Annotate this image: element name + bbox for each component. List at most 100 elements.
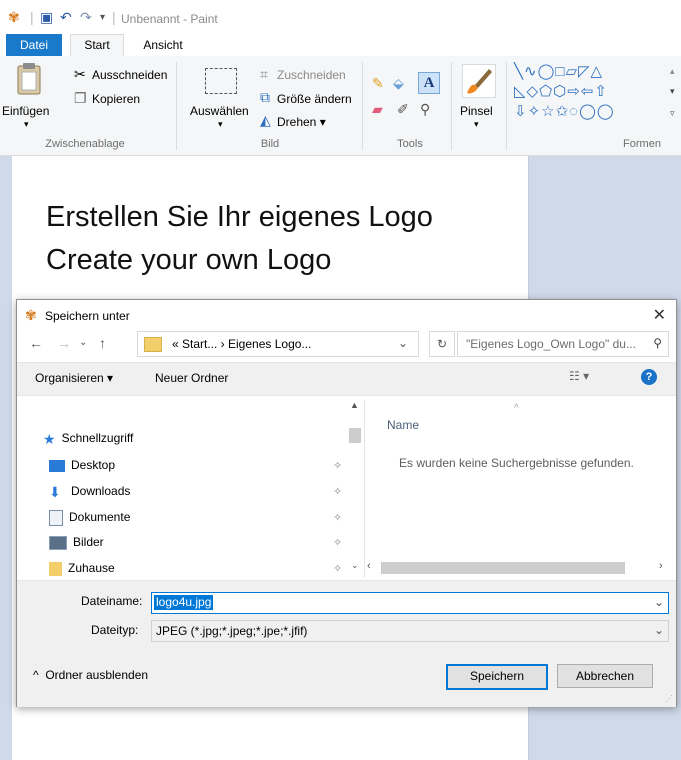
up-icon[interactable]: ↑ (99, 335, 106, 351)
shapes-scroll-up-icon[interactable]: ▴ (670, 66, 675, 77)
files-horizontal-scrollbar[interactable]: ‹ › (365, 560, 669, 576)
scrollbar-thumb[interactable] (381, 562, 625, 574)
brush-icon (467, 69, 492, 94)
address-bar[interactable]: « Start... › Eigenes Logo... ⌄ (137, 331, 419, 357)
nav-item-label: Schnellzugriff (61, 431, 134, 445)
forward-icon[interactable]: → (57, 335, 71, 351)
window-title: Unbenannt - Paint (121, 12, 218, 26)
pencil-icon[interactable]: ✎ (372, 76, 384, 90)
scroll-right-icon[interactable]: › (659, 560, 663, 572)
filename-input[interactable]: logo4u.jpg ⌄ (151, 592, 669, 614)
nav-item-label: Zuhause (68, 561, 115, 575)
help-icon[interactable]: ? (641, 369, 657, 385)
pane-divider[interactable] (364, 400, 365, 578)
paint-app-icon: ✾ (8, 9, 20, 25)
tab-file[interactable]: Datei (6, 34, 62, 56)
brush-button[interactable] (462, 64, 496, 98)
nav-item-pictures[interactable]: Bilder (49, 531, 104, 553)
shapes-row[interactable]: ◺◇⬠⬡⇨⇦⇧ (514, 82, 608, 100)
nav-item-documents[interactable]: Dokumente (49, 506, 130, 528)
nav-item-quick-access[interactable]: ★ Schnellzugriff (43, 427, 133, 449)
nav-item-desktop[interactable]: Desktop (49, 454, 115, 476)
column-header-name[interactable]: Name (387, 418, 419, 432)
ribbon-tabs: Datei Start Ansicht (0, 34, 681, 57)
magnifier-icon[interactable]: ⚲ (420, 102, 430, 116)
scroll-left-icon[interactable]: ‹ (367, 560, 371, 572)
search-icon[interactable]: ⚲ (653, 336, 662, 350)
new-folder-button[interactable]: Neuer Ordner (155, 371, 228, 385)
organize-button[interactable]: Organisieren ▾ (35, 371, 113, 385)
brush-dropdown-icon[interactable]: ▾ (474, 119, 479, 130)
crop-button[interactable]: Zuschneiden (277, 68, 346, 82)
ribbon: Einfügen ▾ ✂ Ausschneiden ❐ Kopieren Zwi… (0, 56, 681, 156)
filetype-label: Dateityp: (91, 623, 139, 637)
nav-item-label: Bilder (73, 535, 104, 549)
recent-locations-icon[interactable]: ⌄ (79, 337, 87, 348)
clipboard-group-label: Zwischenablage (45, 138, 125, 150)
divider (506, 62, 507, 150)
paste-button[interactable] (14, 62, 44, 98)
select-button[interactable] (205, 68, 237, 94)
customize-quick-access-icon[interactable]: ▾ (100, 12, 105, 23)
save-icon[interactable]: ▣ (40, 9, 53, 26)
eraser-icon[interactable]: ▰ (372, 102, 383, 116)
title-bar: ✾ | ▣ ↶ ↷ ▾ | Unbenannt - Paint (0, 0, 681, 34)
copy-button[interactable]: Kopieren (92, 92, 140, 106)
paste-label[interactable]: Einfügen (2, 104, 49, 118)
shapes-row[interactable]: ⇩✧☆✩◌◯◯ (514, 102, 615, 120)
rotate-button[interactable]: Drehen ▾ (277, 115, 326, 129)
download-icon: ⬇ (49, 483, 61, 500)
fill-icon[interactable]: ⬙ (393, 76, 404, 90)
rotate-icon: ◭ (260, 112, 271, 128)
save-button[interactable]: Speichern (446, 664, 548, 690)
scrollbar-thumb[interactable] (349, 428, 361, 443)
nav-item-label: Downloads (71, 484, 131, 498)
back-icon[interactable]: ← (29, 335, 43, 351)
cut-button[interactable]: Ausschneiden (92, 68, 167, 82)
breadcrumb[interactable]: « Start... › Eigenes Logo... (172, 337, 311, 351)
chevron-down-icon[interactable]: ⌄ (654, 623, 664, 637)
cancel-button[interactable]: Abbrechen (557, 664, 653, 688)
search-placeholder: "Eigenes Logo_Own Logo" du... (466, 337, 636, 351)
scroll-down-icon[interactable]: ⌄ (351, 560, 359, 571)
pin-icon: ✧ (333, 563, 343, 575)
resize-icon: ⧉ (260, 89, 270, 105)
redo-icon[interactable]: ↷ (80, 9, 92, 26)
refresh-icon[interactable]: ↻ (429, 331, 455, 357)
tab-start[interactable]: Start (70, 34, 124, 57)
copy-icon: ❐ (74, 90, 87, 106)
search-input[interactable]: "Eigenes Logo_Own Logo" du... ⚲ (457, 331, 669, 357)
shapes-scroll-down-icon[interactable]: ▾ (670, 86, 675, 97)
dialog-title: Speichern unter (45, 309, 130, 323)
chevron-down-icon[interactable]: ⌄ (654, 595, 664, 609)
scroll-up-icon[interactable]: ▲ (350, 400, 359, 410)
hide-folders-toggle[interactable]: ^ Ordner ausblenden (33, 668, 148, 682)
text-tool-icon[interactable]: A (418, 72, 440, 94)
star-icon: ★ (43, 430, 56, 447)
select-label[interactable]: Auswählen (190, 104, 249, 118)
resize-button[interactable]: Größe ändern (277, 92, 352, 106)
color-picker-icon[interactable]: ✐ (397, 102, 409, 116)
filename-value[interactable]: logo4u.jpg (154, 595, 214, 610)
pin-icon: ✧ (333, 537, 343, 549)
folder-icon (144, 337, 162, 352)
paste-dropdown-icon[interactable]: ▾ (24, 119, 29, 130)
nav-item-home[interactable]: Zuhause (49, 557, 115, 579)
shapes-more-icon[interactable]: ▿ (670, 108, 675, 119)
brush-label[interactable]: Pinsel (460, 104, 493, 118)
view-options-icon[interactable]: ☷ ▾ (569, 369, 589, 383)
tab-view[interactable]: Ansicht (134, 34, 192, 56)
shapes-gallery[interactable]: ╲∿◯□▱◸△ ◺◇⬠⬡⇨⇦⇧ ⇩✧☆✩◌◯◯ (514, 62, 670, 132)
nav-item-downloads[interactable]: ⬇ Downloads (49, 480, 130, 502)
close-icon[interactable]: ✕ (653, 305, 666, 325)
filetype-select[interactable]: JPEG (*.jpg;*.jpeg;*.jpe;*.jfif) ⌄ (151, 620, 669, 642)
select-dropdown-icon[interactable]: ▾ (218, 119, 223, 130)
crop-icon: ⌗ (260, 66, 268, 82)
resize-grip-icon[interactable]: ⋰ (665, 694, 673, 703)
undo-icon[interactable]: ↶ (60, 9, 72, 26)
canvas-text-line: Erstellen Sie Ihr eigenes Logo (46, 201, 433, 233)
chevron-down-icon[interactable]: ⌄ (398, 336, 408, 350)
shapes-row[interactable]: ╲∿◯□▱◸△ (514, 62, 603, 80)
clipboard-icon (17, 63, 41, 95)
nav-scrollbar[interactable]: ▲ ⌄ (347, 400, 362, 570)
